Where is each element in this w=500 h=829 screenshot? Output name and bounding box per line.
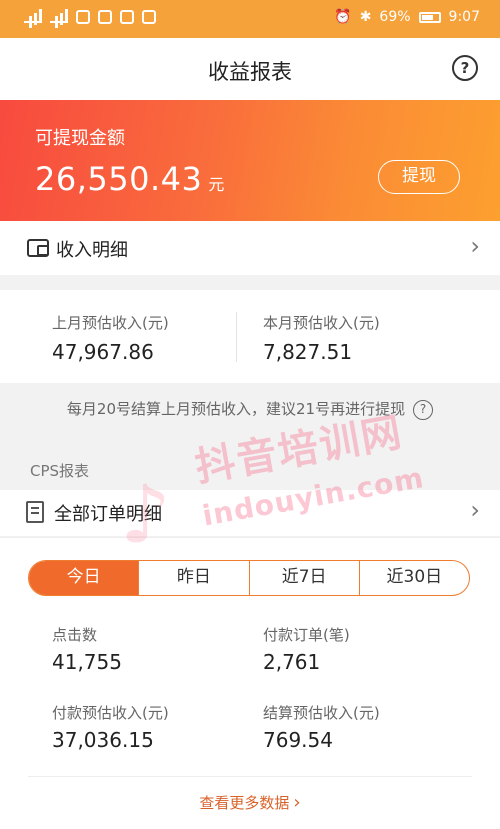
tab-yesterday[interactable]: 昨日: [138, 561, 248, 595]
document-icon: [26, 501, 44, 523]
all-orders-row[interactable]: 全部订单明细 ›: [0, 490, 500, 536]
balance-amount-group: 26,550.43 元: [35, 160, 225, 198]
clock-time: 9:07: [448, 9, 480, 25]
nav-bar: 收益报表 ?: [0, 38, 500, 100]
balance-banner: 可提现金额 26,550.43 元 提现: [0, 100, 500, 221]
divider: [236, 312, 237, 362]
cps-section-title: CPS报表: [30, 462, 90, 480]
monthly-summary: 上月预估收入(元) 47,967.86 本月预估收入(元) 7,827.51: [0, 290, 500, 383]
view-more-label: 查看更多数据: [199, 794, 290, 812]
paid-estimate-label: 付款预估收入(元): [52, 704, 169, 722]
period-tabs: 今日 昨日 近7日 近30日: [28, 560, 470, 596]
status-bar: ⏰ ✱ 69% 9:07: [0, 0, 500, 38]
this-month-value: 7,827.51: [263, 340, 353, 364]
clicks-label: 点击数: [52, 626, 98, 644]
signal-icon: [24, 9, 42, 23]
balance-amount: 26,550.43: [35, 160, 203, 198]
this-month-label: 本月预估收入(元): [263, 314, 380, 332]
bluetooth-icon: ✱: [359, 9, 372, 25]
paid-estimate-value: 37,036.15: [52, 728, 154, 752]
settled-estimate-value: 769.54: [263, 728, 333, 752]
nfc-icon: [76, 10, 90, 24]
settled-estimate-label: 结算预估收入(元): [263, 704, 380, 722]
paid-orders-label: 付款订单(笔): [263, 626, 350, 644]
balance-label: 可提现金额: [35, 128, 125, 149]
last-month-value: 47,967.86: [52, 340, 154, 364]
settlement-note-text: 每月20号结算上月预估收入，建议21号再进行提现: [66, 400, 406, 418]
page-title: 收益报表: [208, 60, 292, 84]
help-button[interactable]: ?: [452, 55, 478, 81]
clicks-value: 41,755: [52, 650, 122, 674]
all-orders-label: 全部订单明细: [54, 504, 162, 525]
tab-last-7-days[interactable]: 近7日: [248, 561, 359, 595]
tab-today[interactable]: 今日: [29, 561, 139, 595]
status-icons-left: [24, 9, 156, 24]
income-detail-row[interactable]: 收入明细 ›: [0, 221, 500, 275]
settlement-note: 每月20号结算上月预估收入，建议21号再进行提现?: [0, 398, 500, 420]
tab-last-30-days[interactable]: 近30日: [358, 561, 469, 595]
chevron-right-icon: ›: [470, 496, 480, 524]
chevron-right-icon: ›: [470, 232, 480, 260]
last-month-label: 上月预估收入(元): [52, 314, 169, 332]
battery-icon: [418, 11, 441, 23]
divider: [28, 776, 472, 777]
app-notification-icon: [142, 10, 156, 24]
app-notification-icon: [98, 10, 112, 24]
status-icons-right: ⏰ ✱ 69% 9:07: [334, 9, 480, 25]
income-detail-label: 收入明细: [56, 240, 128, 261]
alarm-icon: ⏰: [334, 9, 352, 25]
balance-unit: 元: [208, 175, 225, 194]
question-icon[interactable]: ?: [413, 399, 434, 420]
cps-panel: 今日 昨日 近7日 近30日 点击数 41,755 付款订单(笔) 2,761 …: [0, 537, 500, 829]
signal-icon: [50, 9, 68, 23]
battery-percent: 69%: [379, 9, 411, 25]
wallet-icon: [27, 239, 49, 257]
view-more-data-link[interactable]: 查看更多数据 ›: [0, 792, 500, 813]
chevron-right-icon: ›: [293, 792, 301, 813]
withdraw-button[interactable]: 提现: [378, 160, 460, 194]
paid-orders-value: 2,761: [263, 650, 321, 674]
app-notification-icon: [120, 10, 134, 24]
